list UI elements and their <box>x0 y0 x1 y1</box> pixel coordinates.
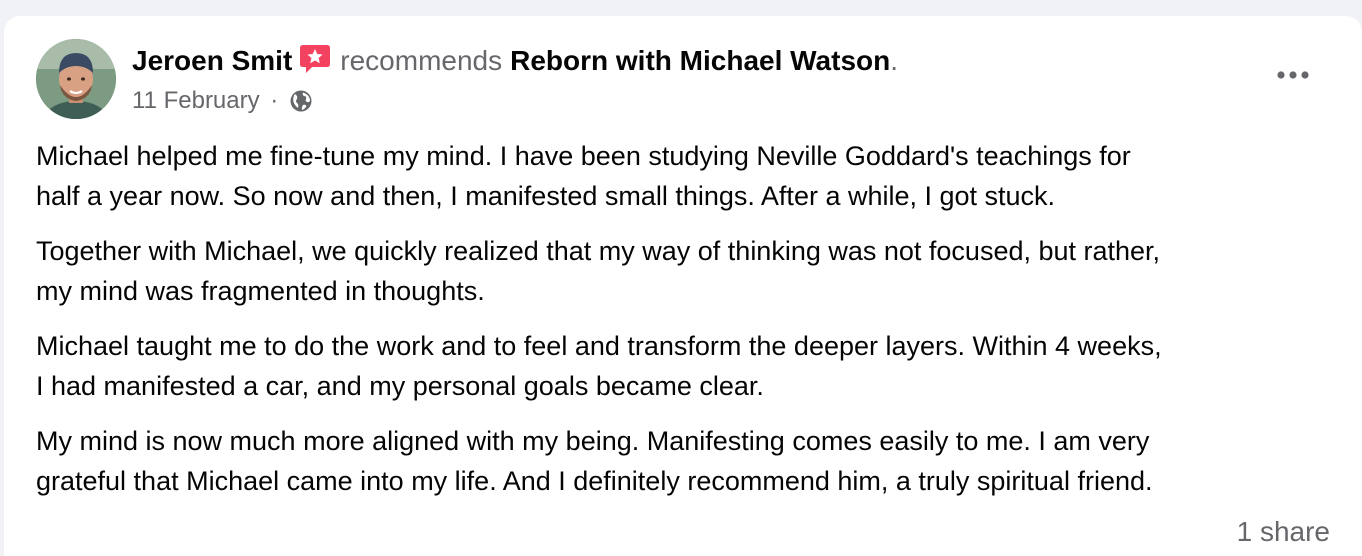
post-date[interactable]: 11 February <box>132 87 260 114</box>
avatar-image <box>36 39 116 119</box>
meta-separator: · <box>270 87 279 114</box>
header-period: . <box>890 45 898 76</box>
more-options-button[interactable] <box>1266 54 1320 96</box>
post-paragraph: Michael taught me to do the work and to … <box>36 331 1162 401</box>
recommends-label: recommends <box>340 45 503 76</box>
recommend-star-icon <box>298 42 332 76</box>
post-paragraph: My mind is now much more aligned with my… <box>36 426 1153 496</box>
post-paragraph: Michael helped me fine-tune my mind. I h… <box>36 141 1131 211</box>
post-header: Jeroen Smit recommends Reborn with Michae… <box>132 42 898 79</box>
post-meta: 11 February · <box>132 86 313 116</box>
post-body: Michael helped me fine-tune my mind. I h… <box>36 136 1346 516</box>
share-count[interactable]: 1 share <box>1237 514 1330 550</box>
post-card: Jeroen Smit recommends Reborn with Michae… <box>4 16 1362 556</box>
author-name[interactable]: Jeroen Smit <box>132 45 292 76</box>
post-paragraph: Together with Michael, we quickly realiz… <box>36 236 1161 306</box>
author-avatar[interactable] <box>36 39 116 119</box>
recommended-page-name[interactable]: Reborn with Michael Watson <box>510 45 890 76</box>
more-options-icon <box>1277 71 1309 79</box>
globe-icon <box>289 89 313 113</box>
